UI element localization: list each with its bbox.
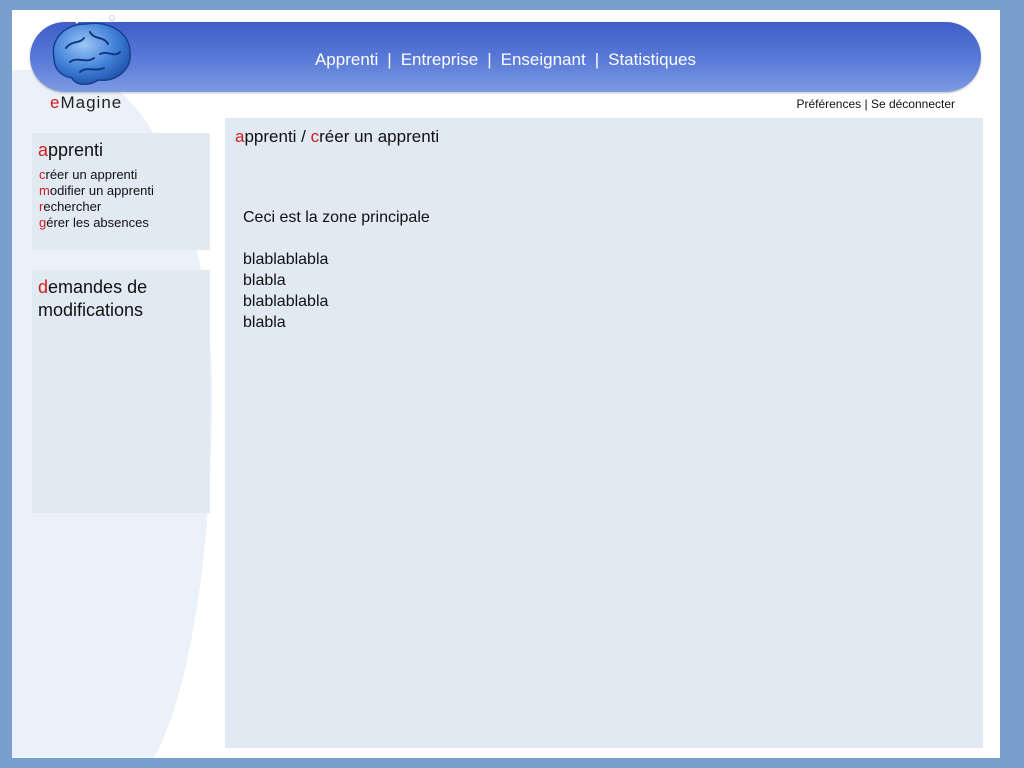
breadcrumb-initial: c: [310, 127, 320, 146]
item-initial: m: [39, 183, 50, 198]
nav-statistiques[interactable]: Statistiques: [608, 50, 696, 69]
body-line: blabla: [243, 314, 286, 331]
menu-item-creer-apprenti[interactable]: créer un apprenti: [39, 167, 154, 183]
title-rest: pprenti: [48, 140, 104, 160]
breadcrumb: apprenti / créer un apprenti: [235, 127, 439, 147]
nav-apprenti[interactable]: Apprenti: [315, 50, 378, 69]
logout-link[interactable]: Se déconnecter: [871, 97, 955, 111]
page-frame: Apprenti | Entreprise | Enseignant | Statistiq…: [12, 10, 1000, 758]
title-rest: emandes de modifications: [38, 277, 148, 320]
main-nav: Apprenti | Entreprise | Enseignant | Statistiq…: [30, 50, 981, 70]
body-line: blabla: [243, 272, 286, 289]
title-initial: d: [38, 277, 49, 297]
nav-entreprise[interactable]: Entreprise: [401, 50, 478, 69]
title-initial: a: [38, 140, 49, 160]
nav-separator: |: [487, 50, 492, 69]
user-links: Préférences | Se déconnecter: [796, 97, 955, 111]
menu-item-modifier-apprenti[interactable]: modifier un apprenti: [39, 183, 154, 199]
brand-prefix: e: [50, 93, 61, 112]
user-links-separator: |: [861, 97, 871, 111]
breadcrumb-separator: /: [296, 127, 311, 146]
header-bar: Apprenti | Entreprise | Enseignant | Statistiq…: [30, 22, 981, 92]
sidebar-panel-demandes: demandes de modifications: [32, 270, 210, 513]
body-line: blablablabla: [243, 251, 329, 268]
item-label: réer un apprenti: [45, 167, 138, 182]
breadcrumb-page: réer un apprenti: [319, 127, 440, 146]
menu-item-gerer-absences[interactable]: gérer les absences: [39, 215, 154, 231]
brand-rest: Magine: [60, 93, 123, 112]
brand-name: eMagine: [50, 93, 122, 113]
nav-enseignant[interactable]: Enseignant: [501, 50, 586, 69]
main-body: Ceci est la zone principale blablablabla…: [243, 207, 430, 333]
preferences-link[interactable]: Préférences: [796, 97, 861, 111]
apprenti-menu: créer un apprenti modifier un apprenti r…: [39, 167, 154, 231]
body-line: blablablabla: [243, 293, 329, 310]
item-label: érer les absences: [46, 215, 149, 230]
item-label: echercher: [43, 199, 102, 214]
panel-title-apprenti: apprenti: [38, 139, 103, 162]
nav-separator: |: [387, 50, 392, 69]
main-intro-text: Ceci est la zone principale: [243, 209, 430, 226]
brain-logo-icon[interactable]: [46, 14, 138, 94]
main-content: apprenti / créer un apprenti Ceci est la…: [225, 118, 983, 748]
item-label: odifier un apprenti: [49, 183, 154, 198]
breadcrumb-section: pprenti: [244, 127, 297, 146]
panel-title-demandes: demandes de modifications: [38, 276, 208, 322]
menu-item-rechercher[interactable]: rechercher: [39, 199, 154, 215]
nav-separator: |: [594, 50, 600, 69]
sidebar-panel-apprenti: apprenti créer un apprenti modifier un a…: [32, 133, 210, 250]
